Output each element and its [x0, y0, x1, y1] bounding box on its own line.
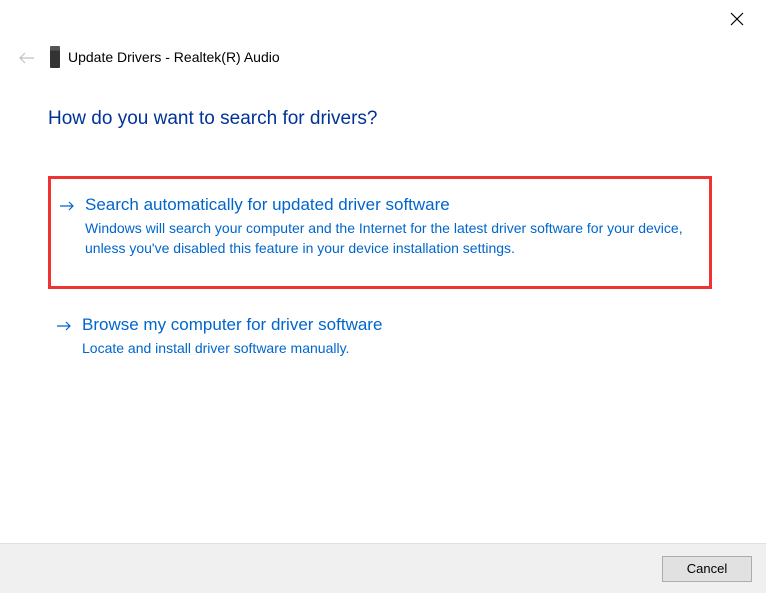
option-browse-computer[interactable]: Browse my computer for driver software L…: [48, 303, 712, 377]
option-content: Browse my computer for driver software L…: [82, 315, 698, 359]
option-title: Browse my computer for driver software: [82, 315, 698, 335]
cancel-button[interactable]: Cancel: [662, 556, 752, 582]
arrow-right-icon: [56, 319, 74, 337]
page-heading: How do you want to search for drivers?: [48, 108, 378, 130]
option-description: Windows will search your computer and th…: [85, 219, 695, 258]
dialog-footer: Cancel: [0, 543, 766, 593]
option-search-automatically[interactable]: Search automatically for updated driver …: [48, 176, 712, 289]
close-button[interactable]: [726, 10, 748, 32]
dialog-title: Update Drivers - Realtek(R) Audio: [68, 49, 280, 65]
device-icon: [50, 46, 60, 68]
close-icon: [730, 12, 744, 31]
dialog-header: Update Drivers - Realtek(R) Audio: [50, 46, 280, 68]
option-title: Search automatically for updated driver …: [85, 195, 695, 215]
option-content: Search automatically for updated driver …: [85, 195, 695, 258]
arrow-left-icon: [18, 51, 36, 70]
arrow-right-icon: [59, 199, 77, 217]
back-button: [17, 50, 37, 70]
options-list: Search automatically for updated driver …: [48, 176, 712, 391]
option-description: Locate and install driver software manua…: [82, 339, 698, 359]
